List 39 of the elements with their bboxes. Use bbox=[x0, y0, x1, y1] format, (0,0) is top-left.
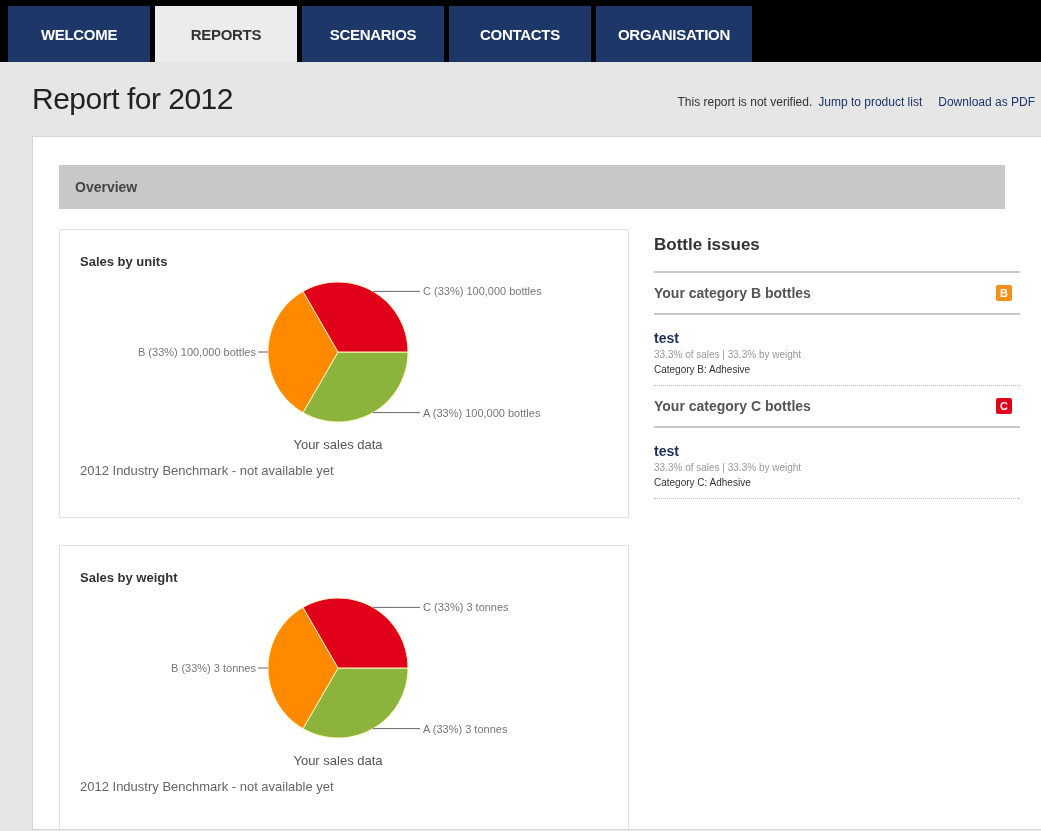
benchmark-note: 2012 Industry Benchmark - not available yet bbox=[80, 779, 335, 794]
leader-line bbox=[372, 606, 421, 608]
product-category: Category B: Adhesive bbox=[654, 364, 752, 375]
slice-label: A (33%) 100,000 bottles bbox=[423, 406, 541, 419]
leader-line bbox=[372, 728, 421, 730]
header-link[interactable]: Jump to product list bbox=[818, 95, 923, 109]
leader-line bbox=[372, 412, 421, 414]
product-link[interactable]: test bbox=[654, 330, 679, 346]
nav-tab[interactable]: CONTACTS bbox=[449, 6, 591, 62]
header-link[interactable]: Download as PDF bbox=[938, 95, 1035, 109]
benchmark-note: 2012 Industry Benchmark - not available yet bbox=[80, 463, 335, 478]
category-badge: B bbox=[996, 285, 1012, 301]
chart-title: Sales by weight bbox=[80, 570, 179, 585]
nav-tab[interactable]: REPORTS bbox=[155, 6, 297, 62]
nav-tab[interactable]: SCENARIOS bbox=[302, 6, 444, 62]
product-link[interactable]: test bbox=[654, 443, 679, 459]
leader-line bbox=[257, 667, 269, 669]
slice-label: C (33%) 3 tonnes bbox=[423, 601, 509, 614]
report-status: This report is not verified. bbox=[677, 95, 813, 109]
chart-caption: Your sales data bbox=[293, 437, 383, 452]
product-stats: 33.3% of sales | 33.3% by weight bbox=[654, 462, 803, 473]
category-badge: C bbox=[996, 398, 1012, 414]
slice-label: C (33%) 100,000 bottles bbox=[423, 285, 542, 298]
slice-label: B (33%) 100,000 bottles bbox=[137, 346, 256, 358]
product-stats: 33.3% of sales | 33.3% by weight bbox=[654, 349, 803, 360]
section-title: Bottle issues bbox=[654, 235, 761, 255]
nav-tab[interactable]: WELCOME bbox=[8, 6, 150, 62]
leader-line bbox=[257, 351, 269, 353]
page-title: Report for 2012 bbox=[32, 82, 233, 116]
category-heading: Your category B bottles bbox=[654, 285, 811, 301]
chart-title: Sales by units bbox=[80, 254, 169, 269]
slice-label: A (33%) 3 tonnes bbox=[423, 722, 508, 735]
nav-tab[interactable]: ORGANISATION bbox=[596, 6, 752, 62]
overview-bar: Overview bbox=[59, 165, 1005, 209]
leader-line bbox=[372, 290, 421, 292]
category-heading: Your category C bottles bbox=[654, 398, 811, 414]
product-category: Category C: Adhesive bbox=[654, 477, 752, 488]
chart-caption: Your sales data bbox=[293, 753, 383, 768]
slice-label: B (33%) 3 tonnes bbox=[171, 662, 256, 674]
